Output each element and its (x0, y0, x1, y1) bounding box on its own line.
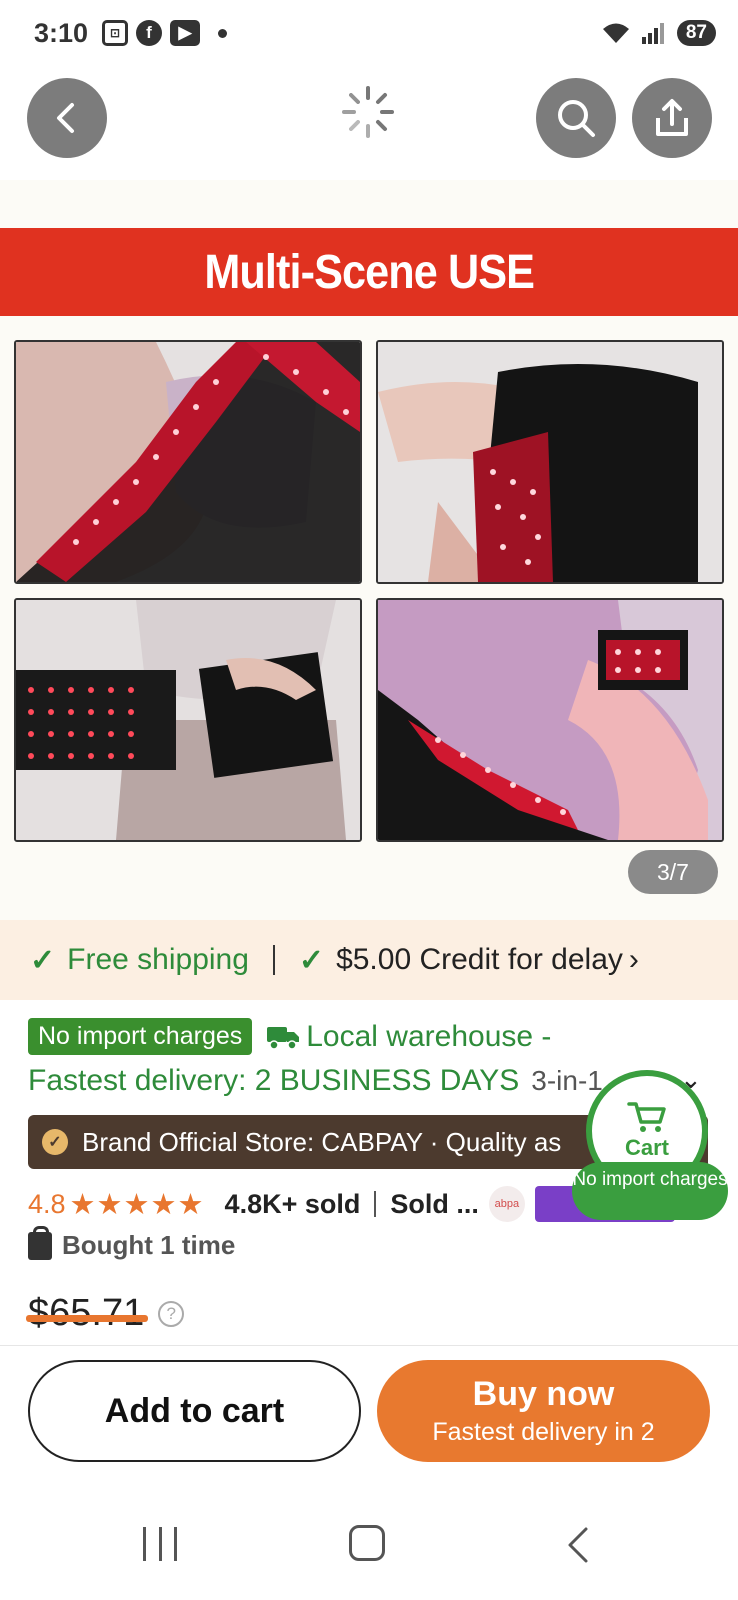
status-notification-icons: ⊡ f ▶ (102, 20, 227, 46)
shoulder-use-photo (14, 340, 362, 584)
price-row: $65.71 ? (25, 1292, 185, 1335)
floating-cart-button[interactable]: Cart No import charges (572, 1070, 728, 1220)
dot-icon (218, 28, 227, 38)
delivery-line: No import charges Local warehouse - (28, 1018, 551, 1055)
product-image-gallery[interactable]: Multi-Scene USE 3/7 (0, 180, 738, 920)
bottom-action-bar: Add to cart Buy now Fastest delivery in … (0, 1345, 738, 1475)
verified-icon: ✓ (42, 1129, 68, 1155)
sold-by-label[interactable]: Sold ... (390, 1189, 479, 1220)
status-bar: 3:10 ⊡ f ▶ 87 (0, 0, 738, 70)
share-icon (656, 99, 688, 136)
loading-spinner-icon (342, 86, 394, 138)
buy-now-subtitle: Fastest delivery in 2 (432, 1418, 655, 1446)
chevron-left-icon (57, 103, 74, 133)
shipping-strip[interactable]: ✓ Free shipping ✓ $5.00 Credit for delay… (0, 920, 738, 1000)
star-rating-icon: ★★★★★ (69, 1188, 205, 1221)
purchase-history-row: Bought 1 time (28, 1225, 236, 1261)
check-icon: ✓ (30, 943, 56, 977)
fastest-delivery-label: Fastest delivery: 2 BUSINESS DAYS (28, 1064, 520, 1097)
screenshot-icon: ⊡ (102, 20, 128, 46)
back-nav-icon[interactable] (560, 1525, 600, 1565)
shopping-bag-icon (28, 1225, 52, 1260)
signal-icon (641, 23, 664, 44)
youtube-icon: ▶ (170, 20, 200, 46)
sold-count: 4.8K+ sold (224, 1188, 361, 1219)
no-import-charges-badge: No import charges (28, 1018, 253, 1055)
home-icon[interactable] (349, 1525, 385, 1561)
status-time: 3:10 (34, 18, 89, 48)
cart-no-import-note: No import charges (572, 1162, 728, 1220)
facebook-icon: f (136, 20, 162, 46)
recent-apps-icon[interactable] (143, 1527, 177, 1561)
fastest-delivery-line: Fastest delivery: 2 BUSINESS DAYS 3-in-1 (28, 1064, 603, 1098)
waist-use-photo (14, 598, 362, 842)
free-shipping-label: Free shipping (67, 943, 249, 976)
price: $65.71 (25, 1292, 149, 1334)
system-nav-bar (0, 1475, 738, 1600)
check-icon: ✓ (298, 943, 325, 977)
bought-label: Bought 1 time (62, 1230, 236, 1260)
credit-for-delay-label: $5.00 Credit for delay (336, 943, 623, 976)
buy-now-label: Buy now (472, 1375, 615, 1413)
battery-indicator: 87 (676, 20, 716, 46)
gallery-banner: Multi-Scene USE (0, 228, 738, 316)
cart-label: Cart (624, 1135, 669, 1160)
brand-store-label: Brand Official Store: CABPAY · Quality a… (82, 1126, 562, 1157)
status-system-icons: 87 (601, 20, 716, 46)
help-icon[interactable]: ? (158, 1300, 185, 1327)
truck-icon (267, 1026, 300, 1050)
knee-use-photo (376, 598, 724, 842)
banner-title: Multi-Scene USE (204, 245, 535, 299)
add-to-cart-button[interactable]: Add to cart (28, 1360, 361, 1462)
image-counter: 3/7 (628, 850, 718, 894)
store-logo-icon[interactable]: abpa (488, 1186, 525, 1222)
divider (374, 1191, 377, 1217)
wifi-icon (602, 23, 629, 43)
back-button[interactable] (27, 78, 107, 158)
search-icon (558, 100, 595, 137)
top-nav (0, 70, 738, 180)
divider (272, 945, 275, 975)
rating-value: 4.8 (28, 1188, 66, 1219)
local-warehouse-label: Local warehouse - (306, 1019, 552, 1053)
chevron-right-icon: › (628, 943, 639, 976)
arm-use-photo (376, 340, 724, 584)
share-button[interactable] (632, 78, 712, 158)
cart-icon (627, 1102, 666, 1132)
search-button[interactable] (536, 78, 616, 158)
buy-now-button[interactable]: Buy now Fastest delivery in 2 (377, 1360, 710, 1462)
